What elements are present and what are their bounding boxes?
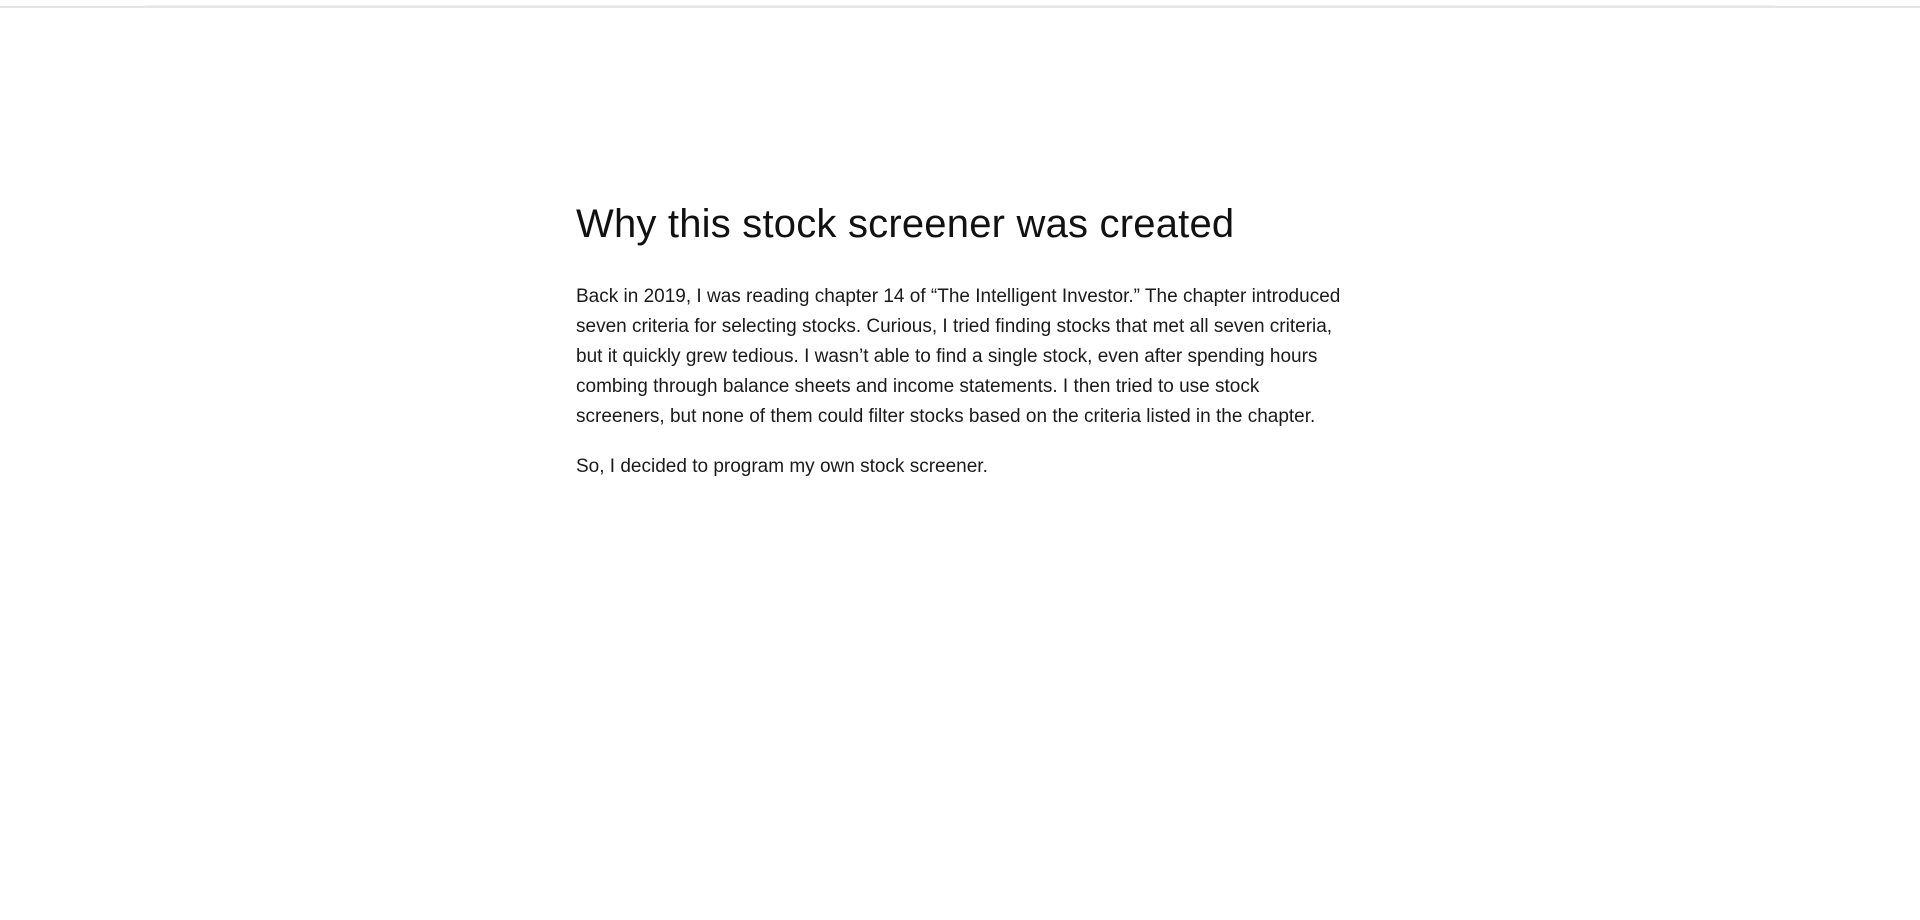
page-title: Why this stock screener was created <box>576 202 1235 246</box>
paragraph-origin-story: Back in 2019, I was reading chapter 14 o… <box>576 286 1341 427</box>
top-divider <box>0 0 1920 8</box>
article: Why this stock screener was created Back… <box>576 196 1346 502</box>
top-divider-inner <box>145 0 1775 6</box>
paragraph-conclusion: So, I decided to program my own stock sc… <box>576 456 988 477</box>
